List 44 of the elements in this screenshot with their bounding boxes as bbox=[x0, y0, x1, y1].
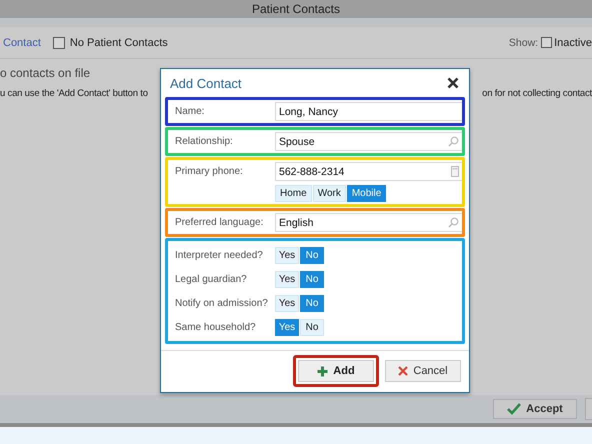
message-text: on for not collecting contact bbox=[482, 88, 592, 99]
toggle-option[interactable]: Yes bbox=[275, 318, 299, 336]
checkbox-label: Inactive bbox=[554, 36, 592, 48]
accept-button[interactable]: Accept bbox=[493, 399, 577, 419]
phone-icon bbox=[451, 166, 459, 177]
add-button[interactable]: Add bbox=[298, 360, 374, 382]
field-label: Relationship: bbox=[175, 136, 234, 147]
field-label: Same household? bbox=[175, 322, 257, 332]
field-label: Preferred language: bbox=[175, 217, 264, 228]
field-label: Primary phone: bbox=[175, 166, 244, 177]
field-label: Interpreter needed? bbox=[175, 250, 264, 260]
input-field[interactable]: Spouse bbox=[275, 132, 462, 151]
cancel-button[interactable]: Cancel bbox=[385, 360, 461, 382]
show-label: Show: bbox=[508, 36, 538, 48]
field-label: Notify on admission? bbox=[175, 298, 269, 308]
toggle-option[interactable]: No bbox=[300, 318, 324, 336]
toggle-option[interactable]: No bbox=[300, 270, 324, 288]
field-label: Name: bbox=[175, 106, 206, 117]
search-icon bbox=[448, 136, 459, 147]
checkbox[interactable] bbox=[541, 37, 552, 48]
add-contact-link[interactable]: Contact bbox=[3, 36, 41, 48]
empty-heading: o contacts on file bbox=[0, 66, 92, 80]
toggle-option[interactable]: No bbox=[300, 294, 324, 312]
phone-type-option[interactable]: Home bbox=[275, 185, 312, 202]
dialog-title: Add Contact bbox=[170, 76, 242, 90]
toggle-option[interactable]: No bbox=[300, 246, 324, 264]
toggle-option[interactable]: Yes bbox=[275, 270, 299, 288]
input-field[interactable]: 562-888-2314 bbox=[275, 162, 462, 181]
window-title: Patient Contacts bbox=[252, 2, 340, 16]
toggle-option[interactable]: Yes bbox=[275, 246, 299, 264]
plus-icon bbox=[317, 366, 328, 376]
field-label: Legal guardian? bbox=[175, 274, 248, 284]
checkbox[interactable] bbox=[52, 36, 65, 48]
phone-type-option[interactable]: Work bbox=[312, 185, 346, 202]
input-field[interactable]: Long, Nancy bbox=[275, 102, 462, 121]
checkbox-label: No Patient Contacts bbox=[70, 36, 168, 48]
close-icon bbox=[398, 366, 408, 376]
phone-type-option[interactable]: Mobile bbox=[346, 185, 386, 202]
message-text: u can use the 'Add Contact' button to bbox=[0, 88, 148, 99]
input-field[interactable]: English bbox=[275, 213, 462, 232]
close-icon[interactable] bbox=[447, 77, 459, 89]
search-icon bbox=[448, 217, 459, 228]
checkmark-icon bbox=[507, 403, 522, 415]
toggle-option[interactable]: Yes bbox=[275, 294, 299, 312]
